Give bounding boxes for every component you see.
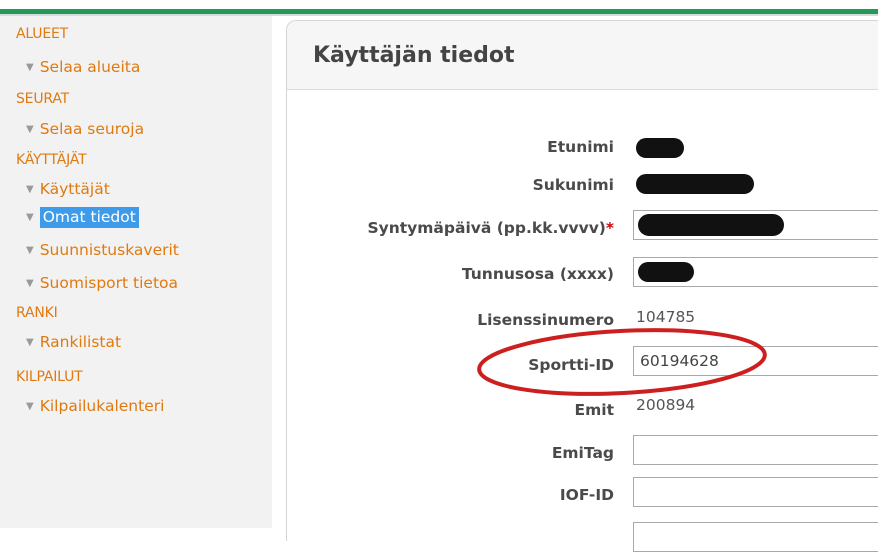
annotation-ellipse-overlay: [477, 328, 767, 396]
annotation-ellipse: [477, 328, 767, 396]
